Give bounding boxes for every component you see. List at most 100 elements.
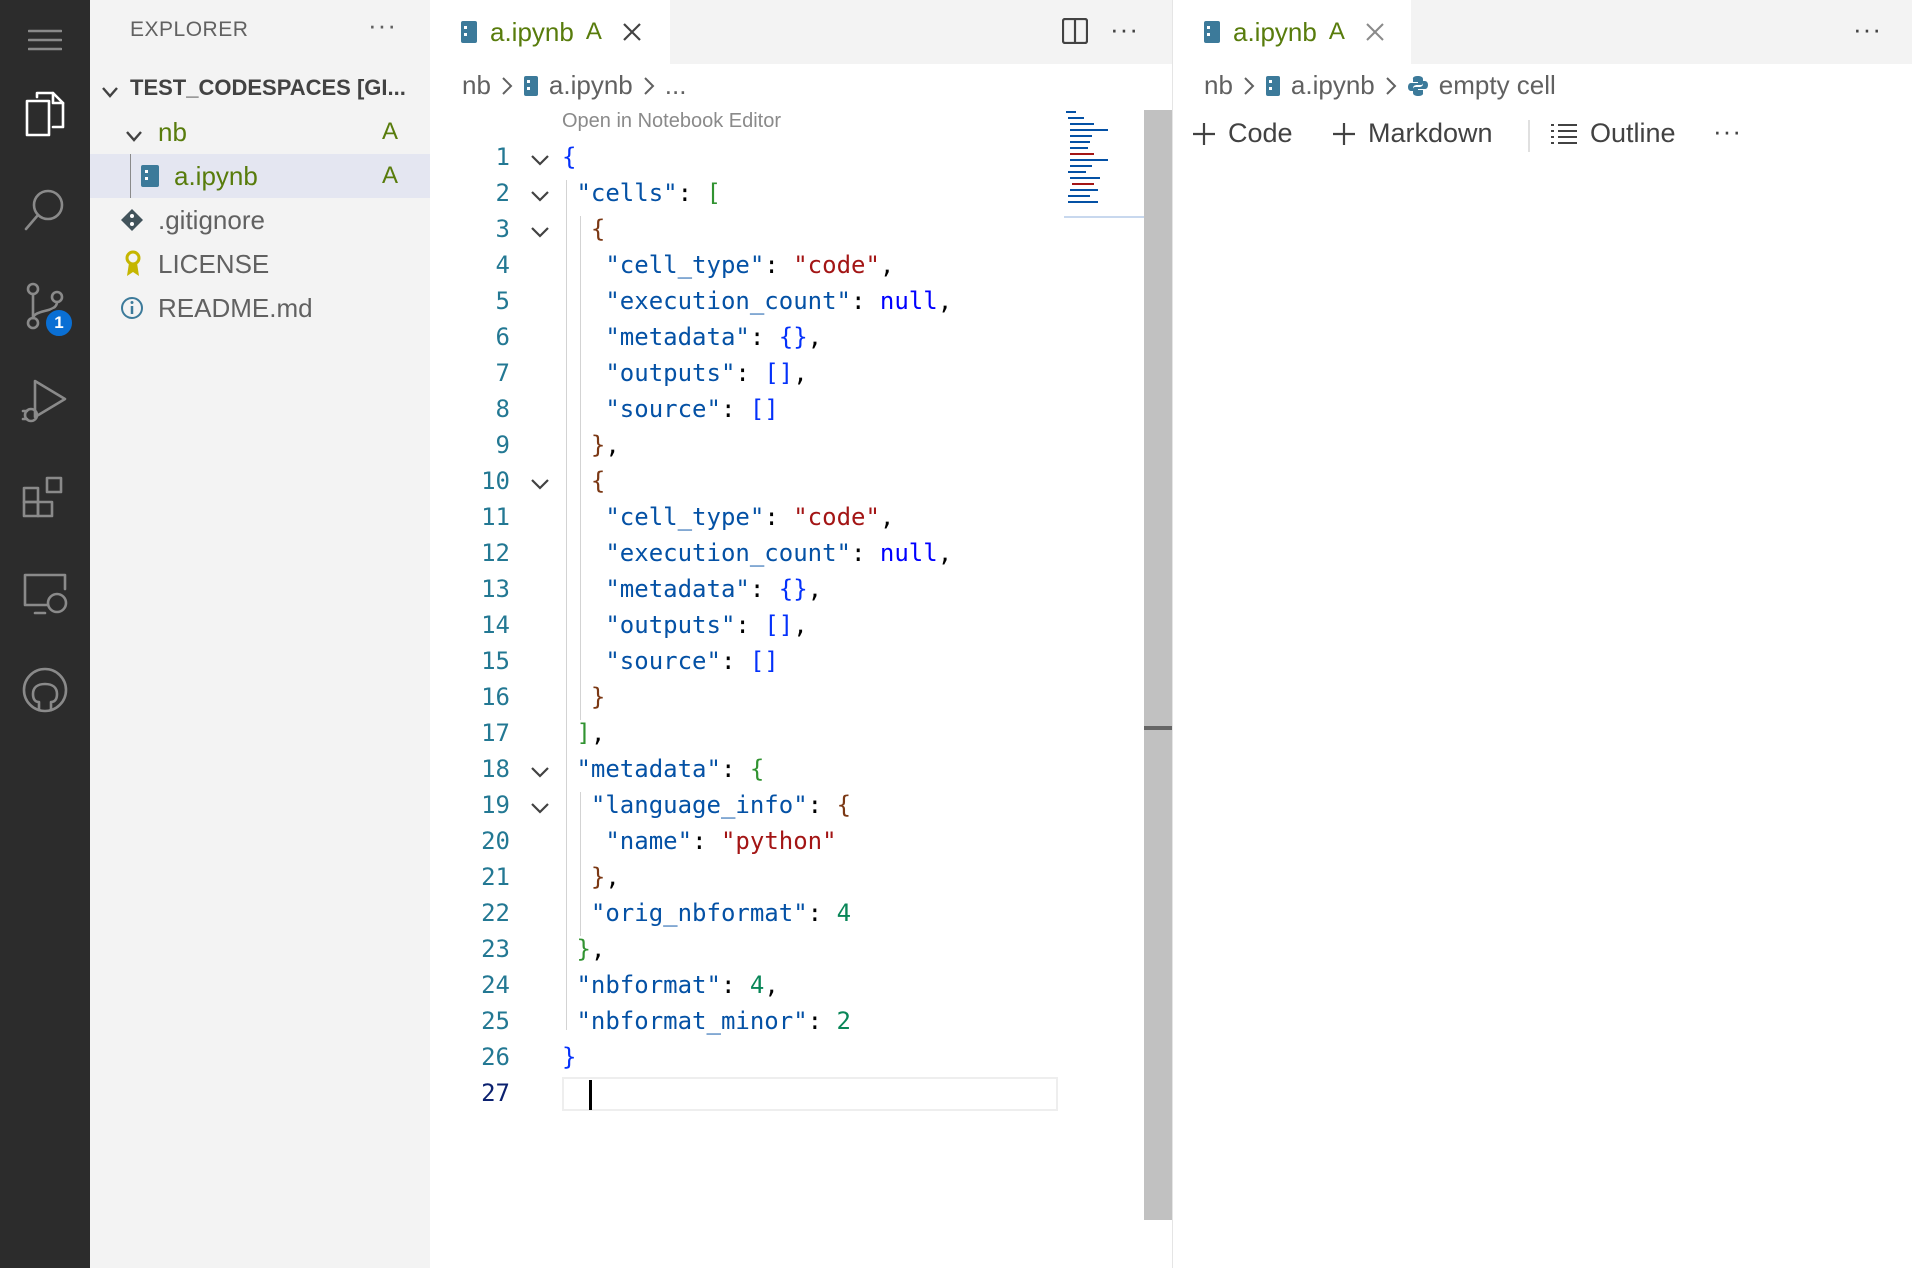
line-number: 11 <box>481 503 510 531</box>
code-line: }, <box>576 935 606 963</box>
tree-item-label: a.ipynb <box>174 160 258 191</box>
line-number: 4 <box>495 251 510 279</box>
breadcrumb-item[interactable]: ... <box>665 70 687 101</box>
info-icon <box>120 296 144 327</box>
breadcrumb-item[interactable]: nb <box>462 70 491 101</box>
line-number: 26 <box>481 1043 510 1071</box>
line-number: 17 <box>481 719 510 747</box>
line-number: 21 <box>481 863 510 891</box>
explorer-more-actions[interactable]: ··· <box>368 10 397 41</box>
line-number: 19 <box>481 791 510 819</box>
code-line: "metadata": { <box>576 755 765 783</box>
breadcrumb-item[interactable]: empty cell <box>1439 70 1556 101</box>
source-control-badge: 1 <box>44 308 74 338</box>
code-line: "language_info": { <box>590 791 852 819</box>
breadcrumb-item[interactable]: nb <box>1204 70 1233 101</box>
notebook-icon <box>523 75 539 97</box>
fold-chevron-icon[interactable] <box>528 472 552 496</box>
line-number: 20 <box>481 827 510 855</box>
outline-button[interactable]: Outline <box>1550 118 1676 149</box>
notebook-icon <box>1265 75 1281 97</box>
chevron-right-icon <box>643 76 655 96</box>
editor-more-actions[interactable]: ··· <box>1853 14 1882 45</box>
current-line-highlight <box>562 1077 1058 1111</box>
line-number: 3 <box>495 215 510 243</box>
tree-item-nb[interactable]: nb A <box>90 110 430 154</box>
editor-group-divider[interactable] <box>1172 0 1173 1268</box>
close-icon[interactable] <box>622 22 642 42</box>
chevron-down-icon <box>100 78 120 109</box>
fold-chevron-icon[interactable] <box>528 148 552 172</box>
line-number: 18 <box>481 755 510 783</box>
breadcrumb-item[interactable]: a.ipynb <box>1291 70 1375 101</box>
line-number: 10 <box>481 467 510 495</box>
minimap-slider[interactable] <box>1064 108 1144 218</box>
tree-item-a-ipynb[interactable]: a.ipynb A <box>90 154 430 198</box>
line-number: 14 <box>481 611 510 639</box>
code-line: "metadata": {}, <box>605 323 823 351</box>
add-code-cell-button[interactable]: Code <box>1192 118 1293 149</box>
code-line: ], <box>576 719 606 747</box>
code-line: } <box>590 683 606 711</box>
activity-bar: 1 <box>0 0 90 1268</box>
tab-status: A <box>585 18 602 45</box>
extensions-icon[interactable] <box>15 468 75 528</box>
line-number: 2 <box>495 179 510 207</box>
tab-a-ipynb[interactable]: a.ipynb A <box>430 0 670 64</box>
editor-more-actions[interactable]: ··· <box>1110 14 1139 45</box>
chevron-right-icon <box>501 76 513 96</box>
chevron-right-icon <box>1243 76 1255 96</box>
code-line: "outputs": [], <box>605 611 808 639</box>
menu-icon[interactable] <box>15 10 75 70</box>
tree-item-gitignore[interactable]: .gitignore <box>90 198 430 242</box>
fold-chevron-icon[interactable] <box>528 184 552 208</box>
line-number: 1 <box>495 143 510 171</box>
add-markdown-cell-button[interactable]: Markdown <box>1332 118 1493 149</box>
fold-chevron-icon[interactable] <box>528 760 552 784</box>
code-line: "cells": [ <box>576 179 721 207</box>
search-icon[interactable] <box>15 180 75 240</box>
line-number: 16 <box>481 683 510 711</box>
code-line: }, <box>590 863 620 891</box>
code-line: }, <box>590 431 620 459</box>
plus-icon <box>1192 122 1216 146</box>
line-number: 7 <box>495 359 510 387</box>
workspace-root[interactable]: TEST_CODESPACES [GI... <box>90 66 430 110</box>
explorer-icon[interactable] <box>15 84 75 144</box>
workspace-root-label: TEST_CODESPACES [GI... <box>130 75 406 100</box>
git-icon <box>120 208 144 239</box>
vertical-scrollbar[interactable] <box>1144 110 1172 1220</box>
tree-item-readme[interactable]: README.md <box>90 286 430 330</box>
code-line: "nbformat": 4, <box>576 971 779 999</box>
split-editor-icon[interactable] <box>1061 17 1089 49</box>
line-number: 6 <box>495 323 510 351</box>
github-icon[interactable] <box>15 660 75 720</box>
tree-item-label: LICENSE <box>158 248 270 279</box>
text-cursor <box>589 1080 592 1110</box>
code-line: { <box>590 467 606 495</box>
close-icon[interactable] <box>1365 22 1385 42</box>
scrollbar-cursor-marker <box>1144 726 1172 730</box>
toolbar-separator <box>1528 120 1530 152</box>
fold-chevron-icon[interactable] <box>528 796 552 820</box>
code-line: "cell_type": "code", <box>605 251 895 279</box>
line-number: 8 <box>495 395 510 423</box>
code-line: } <box>562 1043 577 1071</box>
run-debug-icon[interactable] <box>15 372 75 432</box>
tree-item-license[interactable]: LICENSE <box>90 242 430 286</box>
code-line: "cell_type": "code", <box>605 503 895 531</box>
tab-a-ipynb-notebook[interactable]: a.ipynb A <box>1173 0 1411 64</box>
remote-explorer-icon[interactable] <box>15 564 75 624</box>
breadcrumb-notebook: nb a.ipynb empty cell <box>1204 70 1556 101</box>
notebook-more-actions[interactable]: ··· <box>1713 116 1742 147</box>
tab-label: a.ipynb <box>1233 16 1317 47</box>
breadcrumb-item[interactable]: a.ipynb <box>549 70 633 101</box>
git-status-badge: A <box>382 118 399 145</box>
code-line: "execution_count": null, <box>605 539 953 567</box>
code-line: "nbformat_minor": 2 <box>576 1007 851 1035</box>
fold-chevron-icon[interactable] <box>528 220 552 244</box>
plus-icon <box>1332 122 1356 146</box>
line-number: 24 <box>481 971 510 999</box>
line-number: 22 <box>481 899 510 927</box>
codelens-open-notebook-editor[interactable]: Open in Notebook Editor <box>562 110 781 133</box>
